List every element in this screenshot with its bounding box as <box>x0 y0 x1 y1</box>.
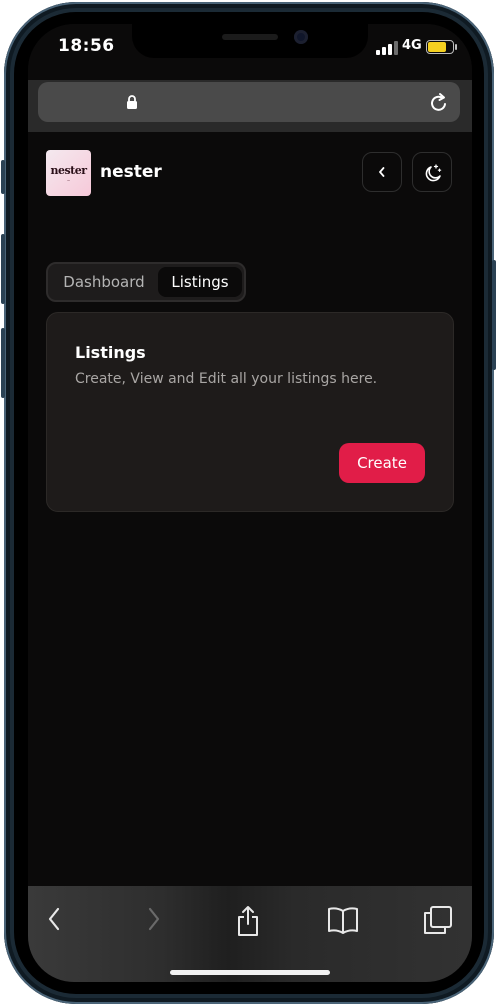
side-button-volume-down <box>1 328 5 398</box>
lock-icon <box>127 95 137 109</box>
card-description: Create, View and Edit all your listings … <box>75 371 378 387</box>
signal-bars-icon <box>376 41 398 55</box>
battery-icon <box>426 40 457 54</box>
speaker <box>222 34 278 40</box>
browser-url-area <box>28 80 472 132</box>
bookmarks-icon[interactable] <box>326 904 360 936</box>
app-logo[interactable]: nester ~ <box>46 150 91 196</box>
logo-underline: ~ <box>66 178 71 183</box>
share-icon[interactable] <box>234 904 262 938</box>
chevron-left-icon <box>379 167 385 177</box>
url-bar[interactable] <box>38 82 460 122</box>
side-button-volume-up <box>1 234 5 304</box>
logo-text: nester <box>50 164 87 177</box>
side-button-silent <box>1 160 5 194</box>
phone-screen: 18:56 4G nester ~ nester Dashboard Listi… <box>28 24 472 982</box>
status-time: 18:56 <box>58 36 115 56</box>
card-title: Listings <box>75 343 146 362</box>
reload-icon[interactable] <box>428 92 450 114</box>
tab-dashboard[interactable]: Dashboard <box>54 267 154 297</box>
battery-level <box>428 42 446 52</box>
notch <box>132 24 368 58</box>
home-indicator[interactable] <box>170 970 330 975</box>
listings-card: Listings Create, View and Edit all your … <box>46 312 454 512</box>
back-icon[interactable] <box>44 904 66 934</box>
browser-toolbar <box>28 886 472 982</box>
network-type: 4G <box>402 38 422 53</box>
theme-toggle-button[interactable] <box>412 152 452 192</box>
tab-bar: Dashboard Listings <box>46 262 246 302</box>
battery-nub <box>455 44 457 50</box>
app-name: nester <box>100 162 162 182</box>
side-button-power <box>492 260 496 370</box>
status-bar: 18:56 4G <box>28 24 472 80</box>
create-button[interactable]: Create <box>339 443 425 483</box>
moon-stars-icon <box>425 164 442 182</box>
back-button[interactable] <box>362 152 402 192</box>
tabs-icon[interactable] <box>422 904 454 936</box>
app-content: nester ~ nester Dashboard Listings Listi… <box>28 132 472 886</box>
front-camera <box>294 30 308 44</box>
tab-listings[interactable]: Listings <box>158 267 242 297</box>
forward-icon[interactable] <box>142 904 164 934</box>
